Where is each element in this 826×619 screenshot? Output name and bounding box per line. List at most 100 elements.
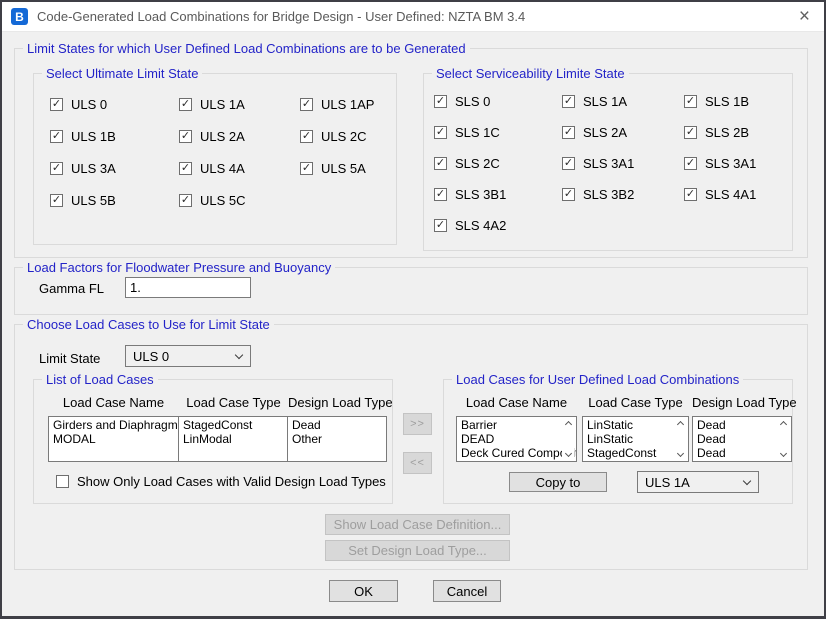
load-factors-group-title: Load Factors for Floodwater Pressure and…	[23, 260, 335, 275]
checkmark-icon	[434, 95, 447, 108]
titlebar: B Code-Generated Load Combinations for B…	[2, 2, 824, 32]
list-item[interactable]: Deck Cured Composite	[457, 446, 576, 460]
available-type-column[interactable]: StagedConst LinModal	[178, 416, 288, 462]
scroll-down-icon[interactable]	[676, 450, 683, 457]
checkmark-icon	[684, 157, 697, 170]
checkmark-icon	[50, 98, 63, 111]
list-item[interactable]: StagedConst	[583, 446, 688, 460]
checkmark-icon	[179, 194, 192, 207]
checkbox-uls-5b[interactable]: ULS 5B	[50, 193, 179, 208]
checkbox-label: ULS 3A	[71, 161, 116, 176]
listbox-scrollbar[interactable]	[674, 420, 686, 458]
checkbox-sls-3a1-b[interactable]: SLS 3A1	[684, 156, 756, 171]
app-logo-icon: B	[11, 8, 28, 25]
filter-valid-design-types-checkbox[interactable]: Show Only Load Cases with Valid Design L…	[56, 474, 386, 489]
checkbox-sls-2c[interactable]: SLS 2C	[434, 156, 562, 171]
checkmark-icon	[179, 162, 192, 175]
checkbox-uls-0[interactable]: ULS 0	[50, 97, 179, 112]
checkbox-uls-1a[interactable]: ULS 1A	[179, 97, 300, 112]
ok-button[interactable]: OK	[329, 580, 398, 602]
checkbox-uls-3a[interactable]: ULS 3A	[50, 161, 179, 176]
checkmark-icon	[50, 194, 63, 207]
gamma-fl-input[interactable]	[125, 277, 251, 298]
scroll-up-icon[interactable]	[676, 421, 683, 428]
uls-checkbox-grid: ULS 0 ULS 1A ULS 1AP ULS 1B ULS 2A ULS 2…	[50, 88, 374, 216]
close-icon[interactable]: ×	[794, 7, 815, 26]
add-load-case-button[interactable]: >>	[403, 413, 432, 435]
available-design-type-column[interactable]: Dead Other	[287, 416, 387, 462]
checkbox-label: ULS 1AP	[321, 97, 374, 112]
list-item[interactable]: Dead	[288, 418, 386, 432]
listbox-scrollbar[interactable]	[777, 420, 789, 458]
checkbox-label: SLS 3A1	[705, 156, 756, 171]
selected-name-listbox[interactable]: Barrier DEAD Deck Cured Composite	[456, 416, 577, 462]
list-item[interactable]: Other	[288, 432, 386, 446]
checkbox-label: ULS 5A	[321, 161, 366, 176]
limit-state-dropdown[interactable]: ULS 0	[125, 345, 251, 367]
list-item[interactable]: DEAD	[457, 432, 576, 446]
list-item[interactable]: Barrier	[457, 418, 576, 432]
checkbox-uls-1ap[interactable]: ULS 1AP	[300, 97, 374, 112]
selected-load-cases-group: Load Cases for User Defined Load Combina…	[443, 379, 793, 504]
checkbox-sls-2a[interactable]: SLS 2A	[562, 125, 684, 140]
checkbox-sls-2b[interactable]: SLS 2B	[684, 125, 756, 140]
checkbox-sls-1b[interactable]: SLS 1B	[684, 94, 756, 109]
available-name-column[interactable]: Girders and Diaphragms MODAL	[48, 416, 179, 462]
list-item[interactable]: LinStatic	[583, 432, 688, 446]
checkbox-label: SLS 3B2	[583, 187, 634, 202]
checkbox-uls-2c[interactable]: ULS 2C	[300, 129, 374, 144]
checkbox-label: ULS 1B	[71, 129, 116, 144]
copy-to-dropdown[interactable]: ULS 1A	[637, 471, 759, 493]
list-item[interactable]: StagedConst	[179, 418, 287, 432]
checkbox-sls-4a1[interactable]: SLS 4A1	[684, 187, 756, 202]
sls-checkbox-grid: SLS 0 SLS 1A SLS 1B SLS 1C SLS 2A SLS 2B…	[434, 86, 756, 241]
copy-to-button[interactable]: Copy to	[509, 472, 607, 492]
column-header-design-load-type: Design Load Type	[288, 395, 387, 410]
checkbox-sls-3a1-a[interactable]: SLS 3A1	[562, 156, 684, 171]
checkmark-icon	[562, 126, 575, 139]
checkbox-label: SLS 2A	[583, 125, 627, 140]
column-header-design-load-type: Design Load Type	[692, 395, 792, 410]
checkbox-sls-3b1[interactable]: SLS 3B1	[434, 187, 562, 202]
list-item[interactable]: MODAL	[49, 432, 178, 446]
scroll-down-icon[interactable]	[779, 450, 786, 457]
set-design-load-type-button[interactable]: Set Design Load Type...	[325, 540, 510, 561]
checkmark-icon	[562, 157, 575, 170]
serviceability-group-title: Select Serviceability Limite State	[432, 66, 629, 81]
listbox-scrollbar[interactable]	[562, 420, 574, 458]
list-item[interactable]: LinStatic	[583, 418, 688, 432]
cancel-button[interactable]: Cancel	[433, 580, 501, 602]
checkbox-sls-1c[interactable]: SLS 1C	[434, 125, 562, 140]
checkbox-sls-1a[interactable]: SLS 1A	[562, 94, 684, 109]
selected-design-type-listbox[interactable]: Dead Dead Dead	[692, 416, 792, 462]
list-item[interactable]: LinModal	[179, 432, 287, 446]
checkbox-uls-4a[interactable]: ULS 4A	[179, 161, 300, 176]
checkbox-label: SLS 1B	[705, 94, 749, 109]
checkbox-sls-4a2[interactable]: SLS 4A2	[434, 218, 562, 233]
checkmark-icon	[684, 95, 697, 108]
checkbox-label: ULS 5B	[71, 193, 116, 208]
load-factors-group: Load Factors for Floodwater Pressure and…	[14, 267, 808, 315]
copy-to-selected-value: ULS 1A	[645, 475, 690, 490]
scroll-up-icon[interactable]	[564, 421, 571, 428]
show-load-case-definition-button[interactable]: Show Load Case Definition...	[325, 514, 510, 535]
ultimate-limit-state-group: Select Ultimate Limit State ULS 0 ULS 1A…	[33, 73, 397, 245]
checkbox-uls-1b[interactable]: ULS 1B	[50, 129, 179, 144]
checkbox-label: SLS 1A	[583, 94, 627, 109]
checkbox-sls-3b2[interactable]: SLS 3B2	[562, 187, 684, 202]
checkmark-icon	[300, 98, 313, 111]
checkbox-uls-5a[interactable]: ULS 5A	[300, 161, 374, 176]
scroll-up-icon[interactable]	[779, 421, 786, 428]
checkbox-uls-5c[interactable]: ULS 5C	[179, 193, 300, 208]
selected-type-listbox[interactable]: LinStatic LinStatic StagedConst	[582, 416, 689, 462]
list-item[interactable]: Girders and Diaphragms	[49, 418, 178, 432]
choose-load-cases-group-title: Choose Load Cases to Use for Limit State	[23, 317, 274, 332]
selected-load-cases-title: Load Cases for User Defined Load Combina…	[452, 372, 743, 387]
scroll-down-icon[interactable]	[564, 450, 571, 457]
checkmark-icon	[434, 188, 447, 201]
checkbox-sls-0[interactable]: SLS 0	[434, 94, 562, 109]
checkmark-icon	[434, 126, 447, 139]
remove-load-case-button[interactable]: <<	[403, 452, 432, 474]
checkbox-uls-2a[interactable]: ULS 2A	[179, 129, 300, 144]
available-load-cases-table: Girders and Diaphragms MODAL StagedConst…	[48, 416, 387, 462]
